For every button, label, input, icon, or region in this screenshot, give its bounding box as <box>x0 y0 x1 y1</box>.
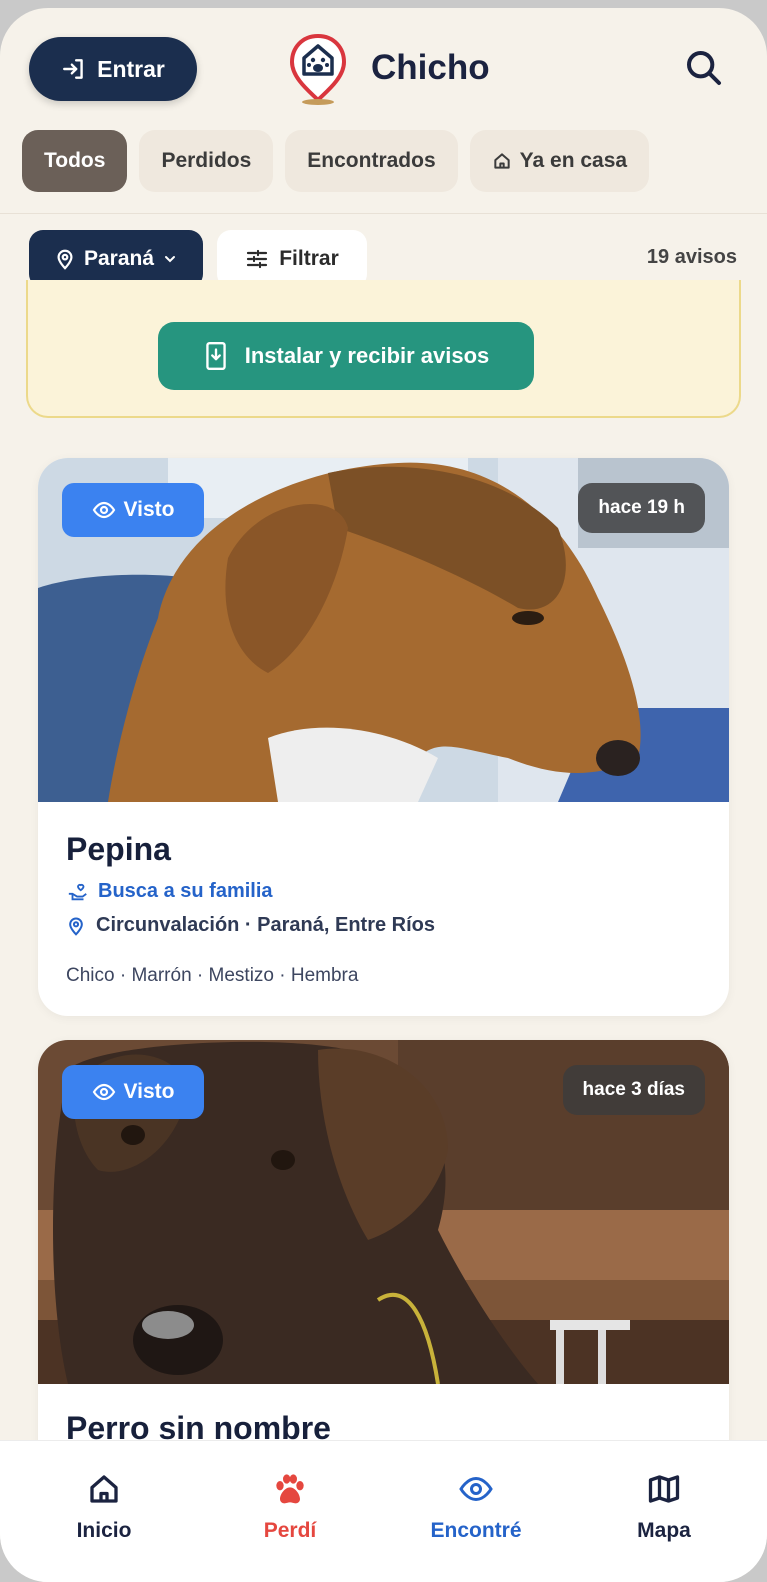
tab-perdidos[interactable]: Perdidos <box>139 130 274 192</box>
sliders-icon <box>247 249 268 269</box>
post-location: Circunvalación · Paraná, Entre Ríos <box>66 914 435 937</box>
eye-icon <box>92 501 115 519</box>
time-badge: hace 3 días <box>562 1065 705 1115</box>
location-pin-icon <box>69 917 83 936</box>
chevron-down-icon <box>165 256 176 263</box>
location-text: Circunvalación · Paraná, Entre Ríos <box>96 914 435 936</box>
tab-todos[interactable]: Todos <box>22 130 128 192</box>
nav-item-perdi[interactable]: Perdí <box>230 1467 350 1543</box>
login-label: Entrar <box>97 55 165 82</box>
hand-heart-icon <box>68 883 87 900</box>
nav-label: Mapa <box>637 1519 691 1542</box>
nav-label: Inicio <box>76 1519 132 1542</box>
install-label: Instalar y recibir avisos <box>244 343 490 368</box>
pet-name: Pepina <box>66 831 171 867</box>
tab-label: Ya en casa <box>519 149 628 172</box>
tab-label: Perdidos <box>161 149 252 172</box>
logo-icon <box>289 34 347 105</box>
location-pin-icon <box>57 249 73 270</box>
eye-icon <box>459 1476 493 1502</box>
status-label: Busca a su familia <box>98 880 273 902</box>
login-button[interactable]: Entrar <box>29 37 197 101</box>
nav-label: Perdí <box>263 1519 317 1542</box>
pet-traits: Chico · Marrón · Mestizo · Hembra <box>66 965 359 986</box>
app-header: Entrar Chicho <box>0 8 767 128</box>
paw-icon <box>276 1474 304 1504</box>
bottom-navigation: Inicio Perdí Encontré Mapa <box>0 1440 767 1582</box>
seen-label: Visto <box>123 498 175 521</box>
nav-item-inicio[interactable]: Inicio <box>44 1467 164 1543</box>
nav-item-mapa[interactable]: Mapa <box>604 1467 724 1543</box>
eye-icon <box>92 1083 115 1101</box>
tab-encontrados[interactable]: Encontrados <box>285 130 458 192</box>
login-arrow-icon <box>63 59 83 79</box>
app-screen: Entrar Chicho Todos Perdidos Encontrados… <box>0 8 767 1582</box>
seen-badge: Visto <box>62 1065 204 1119</box>
install-phone-icon <box>205 341 226 371</box>
filter-label: Filtrar <box>279 247 339 270</box>
home-icon <box>493 153 510 169</box>
time-badge: hace 19 h <box>578 483 705 533</box>
post-status: Busca a su familia <box>66 880 273 903</box>
seen-label: Visto <box>123 1080 175 1103</box>
nav-item-encontre[interactable]: Encontré <box>416 1467 536 1543</box>
tab-ya-en-casa[interactable]: Ya en casa <box>469 130 650 192</box>
divider <box>0 213 767 214</box>
tab-label: Encontrados <box>307 149 436 172</box>
tab-label: Todos <box>44 149 106 172</box>
nav-label: Encontré <box>430 1519 522 1542</box>
map-icon <box>648 1475 680 1503</box>
results-count: 19 avisos <box>646 246 737 268</box>
category-tabs: Todos Perdidos Encontrados Ya en casa <box>22 130 650 192</box>
install-button[interactable]: Instalar y recibir avisos <box>158 322 534 390</box>
app-title: Chicho <box>371 48 490 87</box>
search-icon[interactable] <box>684 48 724 88</box>
post-card[interactable]: Visto hace 3 días Perro sin nombre <box>38 1040 729 1500</box>
home-icon <box>90 1475 118 1503</box>
location-label: Paraná <box>83 247 155 270</box>
post-card[interactable]: Visto hace 19 h Pepina Busca a su famili… <box>38 458 729 1016</box>
seen-badge: Visto <box>62 483 204 537</box>
